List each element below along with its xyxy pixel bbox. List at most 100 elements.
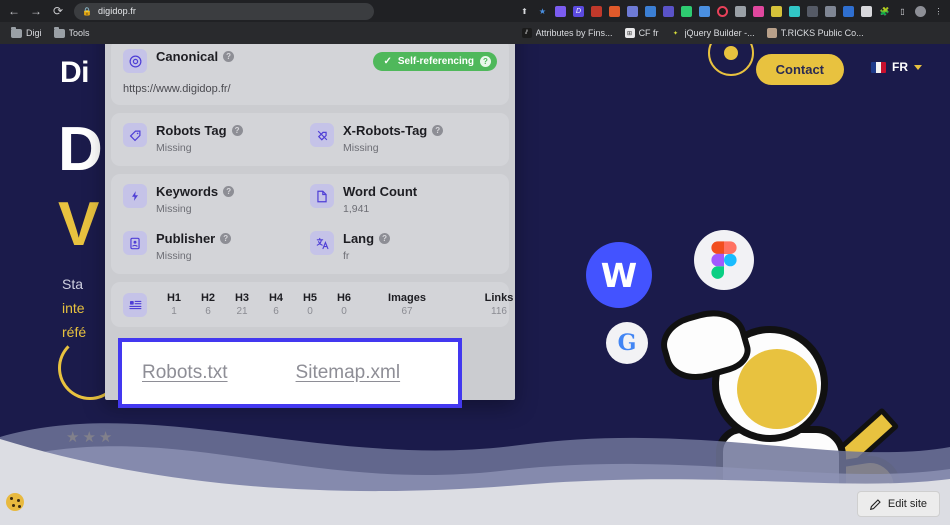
extensions-puzzle-icon[interactable]: 🧩: [877, 4, 892, 19]
reload-button[interactable]: ⟳: [48, 2, 68, 20]
bookmark-item[interactable]: ⫽ Attributes by Fins...: [517, 26, 618, 40]
address-bar[interactable]: 🔒 digidop.fr: [74, 2, 374, 20]
word-count-value: 1,941: [343, 203, 370, 215]
extension-green-icon[interactable]: [679, 4, 694, 19]
chevron-down-icon: [914, 64, 922, 70]
extension-teal-icon[interactable]: [787, 4, 802, 19]
help-icon[interactable]: ?: [231, 125, 243, 136]
extension-yellow-icon[interactable]: [769, 4, 784, 19]
help-icon[interactable]: ?: [223, 186, 235, 197]
heading-h4-value: 6: [273, 306, 279, 317]
bookmark-item[interactable]: ⊞ CF fr: [620, 26, 664, 40]
france-flag-icon: [871, 61, 886, 73]
extension-off-icon[interactable]: [841, 4, 856, 19]
help-icon[interactable]: ?: [223, 51, 235, 62]
publisher-metric: Publisher ? Missing: [123, 231, 310, 264]
keywords-label: Keywords: [156, 184, 219, 199]
meta-card: Keywords ? Missing Word Count 1,941 Publ…: [111, 174, 509, 274]
help-icon[interactable]: ?: [480, 55, 491, 67]
bookmarks-bar: Digi Tools ⫽ Attributes by Fins... ⊞ CF …: [0, 22, 950, 44]
sitemap-xml-link[interactable]: Sitemap.xml: [296, 362, 401, 384]
headings-row: H1 1 H2 6 H3 21 H4 6 H5 0 H6 0 Images 67…: [123, 292, 513, 317]
heading-h4-key: H4: [268, 292, 284, 304]
lang-value: fr: [343, 250, 350, 262]
heading-h1: H1 1: [157, 292, 191, 317]
lang-text: Lang ? fr: [343, 231, 391, 264]
headings-list-icon: [123, 292, 147, 317]
keywords-label-row: Keywords ?: [156, 184, 235, 199]
x-robots-tag-label-row: X-Robots-Tag ?: [343, 123, 444, 138]
extension-d-icon[interactable]: D: [571, 4, 586, 19]
word-count-text: Word Count 1,941: [343, 184, 417, 217]
heading-h3-value: 21: [236, 306, 248, 317]
extension-person-icon[interactable]: [607, 4, 622, 19]
lang-cell: Lang ? fr: [310, 231, 497, 264]
browser-toolbar: ← → ⟳ 🔒 digidop.fr ⬆ ★ D 🧩 ▯ ⋮: [0, 0, 950, 22]
extension-red-circle-icon[interactable]: [715, 4, 730, 19]
extension-pink-icon[interactable]: [751, 4, 766, 19]
heading-h6-value: 0: [341, 306, 347, 317]
word-count-label-row: Word Count: [343, 184, 417, 199]
folder-icon: [53, 26, 65, 38]
side-panel-icon[interactable]: ▯: [895, 4, 910, 19]
robots-card: Robots Tag ? Missing X-Robots-Tag ? Miss…: [111, 113, 509, 166]
extension-chart-icon[interactable]: [823, 4, 838, 19]
help-icon[interactable]: ?: [220, 233, 232, 244]
decorative-circle: [708, 44, 754, 76]
heading-h3: H3 21: [225, 292, 259, 317]
canonical-target-icon: [123, 49, 147, 73]
robots-tag-metric: Robots Tag ? Missing: [123, 123, 310, 156]
forward-button[interactable]: →: [26, 2, 46, 20]
robots-tag-label: Robots Tag: [156, 123, 227, 138]
robots-txt-link[interactable]: Robots.txt: [142, 362, 228, 384]
cookie-icon[interactable]: [6, 493, 24, 511]
edit-site-button[interactable]: Edit site: [856, 491, 940, 517]
extension-purple-icon[interactable]: [553, 4, 568, 19]
bookmark-item[interactable]: T.RICKS Public Co...: [762, 26, 869, 40]
extension-sen-icon[interactable]: [805, 4, 820, 19]
images-value: 67: [401, 306, 413, 317]
tricks-favicon: [766, 28, 777, 38]
robots-tag-cell: Robots Tag ? Missing: [123, 123, 310, 156]
canonical-header: Canonical ? ✓ Self-referencing ?: [123, 49, 497, 73]
canonical-url: https://www.digidop.fr/: [123, 83, 231, 95]
share-icon[interactable]: ⬆: [517, 4, 532, 19]
bookmark-label: T.RICKS Public Co...: [780, 28, 864, 38]
publisher-text: Publisher ? Missing: [156, 231, 232, 264]
bookmark-label: Digi: [26, 28, 42, 38]
back-button[interactable]: ←: [4, 2, 24, 20]
help-icon[interactable]: ?: [379, 233, 391, 244]
contact-button[interactable]: Contact: [755, 54, 844, 85]
word-count-cell: Word Count 1,941: [310, 184, 497, 217]
extension-k-icon[interactable]: [589, 4, 604, 19]
help-icon[interactable]: ?: [432, 125, 444, 136]
publisher-value: Missing: [156, 250, 192, 262]
headings-card: H1 1 H2 6 H3 21 H4 6 H5 0 H6 0 Images 67…: [111, 282, 513, 327]
edit-site-label: Edit site: [887, 498, 927, 510]
bookmark-star-icon[interactable]: ★: [535, 4, 550, 19]
language-code: FR: [892, 60, 908, 74]
site-logo[interactable]: Di: [60, 56, 90, 90]
extension-pen-icon[interactable]: [697, 4, 712, 19]
language-selector[interactable]: FR: [871, 60, 922, 74]
publisher-label: Publisher: [156, 231, 216, 246]
hero-heading-line2: V: [58, 190, 99, 259]
chrome-menu-icon[interactable]: ⋮: [931, 4, 946, 19]
status-badge-label: Self-referencing: [397, 55, 474, 67]
extension-blue-icon[interactable]: [661, 4, 676, 19]
word-count-metric: Word Count 1,941: [310, 184, 497, 217]
bookmark-label: jQuery Builder -...: [684, 28, 755, 38]
extension-gray-gear-icon[interactable]: [733, 4, 748, 19]
extension-br-icon[interactable]: [859, 4, 874, 19]
extension-brush-icon[interactable]: [643, 4, 658, 19]
bookmark-item[interactable]: Tools: [49, 26, 95, 40]
bookmark-item[interactable]: ✦ jQuery Builder -...: [666, 26, 760, 40]
extension-gear-colored-icon[interactable]: [625, 4, 640, 19]
keywords-metric: Keywords ? Missing: [123, 184, 310, 217]
heading-h5-key: H5: [302, 292, 318, 304]
x-robots-tag-metric: X-Robots-Tag ? Missing: [310, 123, 497, 156]
bookmark-item[interactable]: Digi: [6, 26, 47, 40]
x-robots-tag-label: X-Robots-Tag: [343, 123, 428, 138]
tag-icon: [123, 123, 147, 147]
profile-avatar-icon[interactable]: [913, 4, 928, 19]
